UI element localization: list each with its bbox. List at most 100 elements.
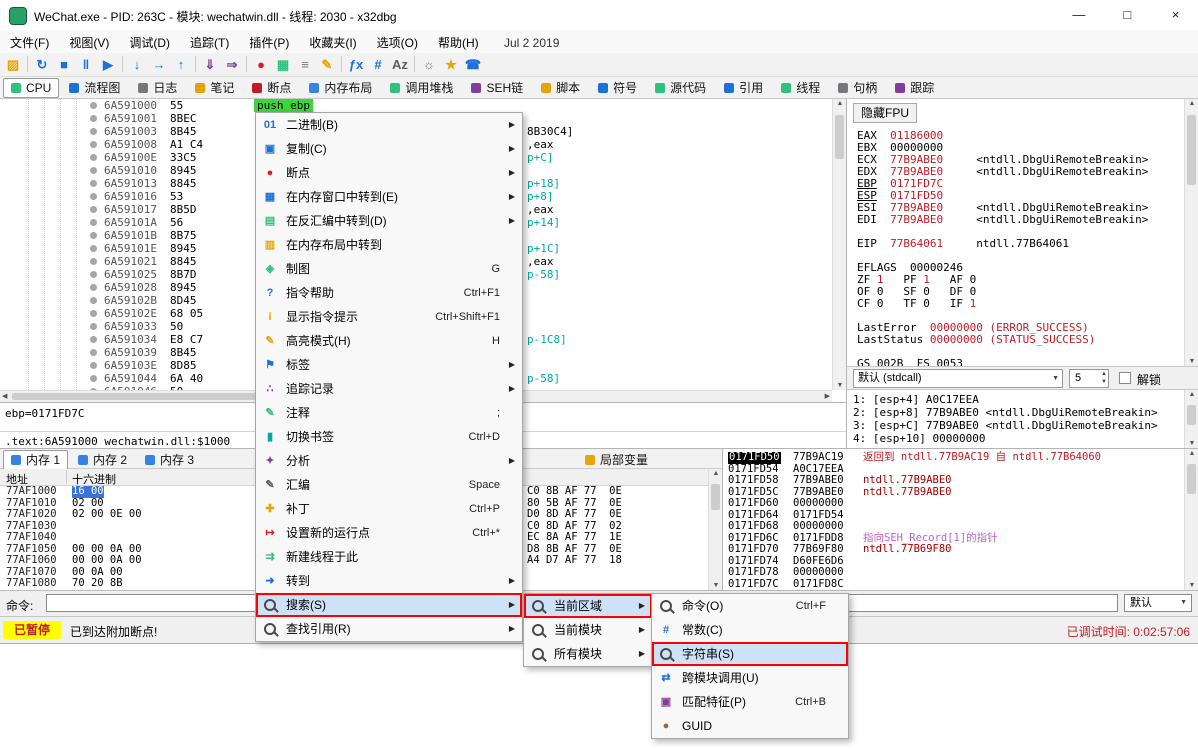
- breakpoint-dot[interactable]: [90, 336, 97, 343]
- scrollbar-thumb[interactable]: [1187, 115, 1196, 185]
- breakpoint-dot[interactable]: [90, 115, 97, 122]
- command-script-type-dropdown[interactable]: 默认: [1124, 594, 1192, 612]
- menu-item-instruction-help[interactable]: ?指令帮助Ctrl+F1: [256, 281, 522, 305]
- breakpoint-dot[interactable]: [90, 271, 97, 278]
- menu-item-intermodular-calls[interactable]: ⇄跨模块调用(U): [652, 666, 848, 690]
- menu-item-find-references[interactable]: 查找引用(R)▶: [256, 617, 522, 641]
- menubar-debug[interactable]: 调试(D): [119, 30, 180, 55]
- open-file-button[interactable]: ▨: [2, 54, 24, 76]
- breakpoint-dot[interactable]: [90, 297, 97, 304]
- menu-item-breakpoint[interactable]: ●断点▶: [256, 161, 522, 185]
- settings-button[interactable]: ☼: [418, 54, 440, 76]
- menu-item-set-new-origin[interactable]: ↦设置新的运行点Ctrl+*: [256, 521, 522, 545]
- breakpoint-dot[interactable]: [90, 128, 97, 135]
- breakpoint-dot[interactable]: [90, 206, 97, 213]
- menu-item-search[interactable]: 搜索(S)▶: [256, 593, 522, 617]
- stack-row[interactable]: 0171FD5877B9ABE0ntdll.77B9ABE0: [723, 475, 1198, 487]
- trace-over-button[interactable]: ⇒: [221, 54, 243, 76]
- menu-item-follow-in-disassembler[interactable]: ▤在反汇编中转到(D)▶: [256, 209, 522, 233]
- close-button[interactable]: ×: [1153, 0, 1198, 30]
- breakpoint-dot[interactable]: [90, 232, 97, 239]
- argument-line[interactable]: 4: [esp+10] 00000000: [853, 433, 985, 445]
- step-into-button[interactable]: ↓: [126, 54, 148, 76]
- help-phone-button[interactable]: ☎: [462, 54, 484, 76]
- tab-call-stack[interactable]: 调用堆栈: [382, 78, 461, 98]
- menu-item-patch[interactable]: ✚补丁Ctrl+P: [256, 497, 522, 521]
- menu-item-all-modules[interactable]: 所有模块▶: [524, 642, 652, 666]
- breakpoint-dot[interactable]: [90, 141, 97, 148]
- tab-trace[interactable]: 跟踪: [887, 78, 942, 98]
- tab-source[interactable]: 源代码: [647, 78, 714, 98]
- trace-into-button[interactable]: ⇓: [199, 54, 221, 76]
- scrollbar-thumb[interactable]: [711, 484, 720, 510]
- stack-row[interactable]: 0171FD7077B69F80ntdll.77B69F80: [723, 544, 1198, 556]
- breakpoint-dot[interactable]: [90, 154, 97, 161]
- unlock-checkbox[interactable]: [1119, 372, 1131, 384]
- menubar-options[interactable]: 选项(O): [367, 30, 428, 55]
- menu-item-label[interactable]: ⚑标签▶: [256, 353, 522, 377]
- breakpoint-dot[interactable]: [90, 245, 97, 252]
- tab-notes[interactable]: 笔记: [187, 78, 242, 98]
- step-over-button[interactable]: →: [148, 54, 170, 76]
- breakpoint-dot[interactable]: [90, 193, 97, 200]
- register-line[interactable]: CF 0 TF 0 IF 1: [857, 298, 976, 310]
- stack-scrollbar[interactable]: [1184, 449, 1198, 590]
- menu-item-highlighting-mode[interactable]: ✎高亮模式(H)H: [256, 329, 522, 353]
- breakpoint-dot[interactable]: [90, 258, 97, 265]
- disasm-row[interactable]: 6A59100055push ebp: [0, 99, 832, 112]
- spinner-up-icon[interactable]: [1101, 370, 1107, 378]
- tab-references[interactable]: 引用: [716, 78, 771, 98]
- tab-script[interactable]: 脚本: [533, 78, 588, 98]
- stack-row[interactable]: 0171FD6000000000: [723, 498, 1198, 510]
- assemble-button[interactable]: Az: [389, 54, 411, 76]
- tab-graph[interactable]: 流程图: [61, 78, 128, 98]
- menu-item-guid[interactable]: ●GUID: [652, 714, 848, 738]
- menu-item-follow-in-dump[interactable]: ▦在内存窗口中转到(E)▶: [256, 185, 522, 209]
- scrollbar-thumb[interactable]: [12, 393, 272, 400]
- menu-item-copy[interactable]: ▣复制(C)▶: [256, 137, 522, 161]
- hide-fpu-button[interactable]: 隐藏FPU: [853, 103, 917, 123]
- scrollbar-thumb[interactable]: [1187, 464, 1196, 494]
- menu-item-string-references[interactable]: 字符串(S): [652, 642, 848, 666]
- pause-button[interactable]: ‖: [75, 54, 97, 76]
- minimize-button[interactable]: —: [1056, 0, 1101, 30]
- menu-item-trace-record[interactable]: ∴追踪记录▶: [256, 377, 522, 401]
- argument-line[interactable]: 3: [esp+C] 77B9ABE0 <ntdll.DbgUiRemoteBr…: [853, 420, 1158, 432]
- stop-button[interactable]: ■: [53, 54, 75, 76]
- stack-row[interactable]: 0171FD7800000000: [723, 567, 1198, 579]
- favourites-button[interactable]: ★: [440, 54, 462, 76]
- breakpoint-dot[interactable]: [90, 323, 97, 330]
- spinner-down-icon[interactable]: [1101, 378, 1107, 386]
- execute-till-return-button[interactable]: ↑: [170, 54, 192, 76]
- registers-scrollbar[interactable]: [1184, 99, 1198, 366]
- log-button[interactable]: ≡: [294, 54, 316, 76]
- tab-breakpoints[interactable]: 断点: [244, 78, 299, 98]
- menu-item-current-module[interactable]: 当前模块▶: [524, 618, 652, 642]
- menu-item-binary[interactable]: 01二进制(B)▶: [256, 113, 522, 137]
- script-button[interactable]: ƒx: [345, 54, 367, 76]
- hash-button[interactable]: #: [367, 54, 389, 76]
- tab-dump2[interactable]: 内存 2: [70, 450, 135, 470]
- menubar-file[interactable]: 文件(F): [0, 30, 59, 55]
- tab-seh[interactable]: SEH链: [463, 78, 531, 98]
- maximize-button[interactable]: □: [1105, 0, 1150, 30]
- restart-button[interactable]: ↻: [31, 54, 53, 76]
- breakpoint-dot[interactable]: [90, 310, 97, 317]
- breakpoints-button[interactable]: ●: [250, 54, 272, 76]
- tab-symbols[interactable]: 符号: [590, 78, 645, 98]
- tab-locals[interactable]: 局部变量: [577, 450, 656, 470]
- tab-dump3[interactable]: 内存 3: [137, 450, 202, 470]
- breakpoint-dot[interactable]: [90, 284, 97, 291]
- menu-item-pattern[interactable]: ▣匹配特征(P)Ctrl+B: [652, 690, 848, 714]
- tab-cpu[interactable]: CPU: [3, 78, 59, 98]
- memory-scrollbar[interactable]: [708, 469, 722, 590]
- register-line[interactable]: LastStatus 00000000 (STATUS_SUCCESS): [857, 334, 1095, 346]
- menubar-trace[interactable]: 追踪(T): [180, 30, 239, 55]
- breakpoint-dot[interactable]: [90, 375, 97, 382]
- menu-item-follow-in-memory-map[interactable]: ▥在内存布局中转到: [256, 233, 522, 257]
- menu-item-graph[interactable]: ◈制图G: [256, 257, 522, 281]
- menu-item-constant[interactable]: #常数(C): [652, 618, 848, 642]
- breakpoint-dot[interactable]: [90, 102, 97, 109]
- register-line[interactable]: GS 002B FS 0053: [857, 358, 963, 366]
- calling-convention-dropdown[interactable]: 默认 (stdcall): [853, 369, 1063, 388]
